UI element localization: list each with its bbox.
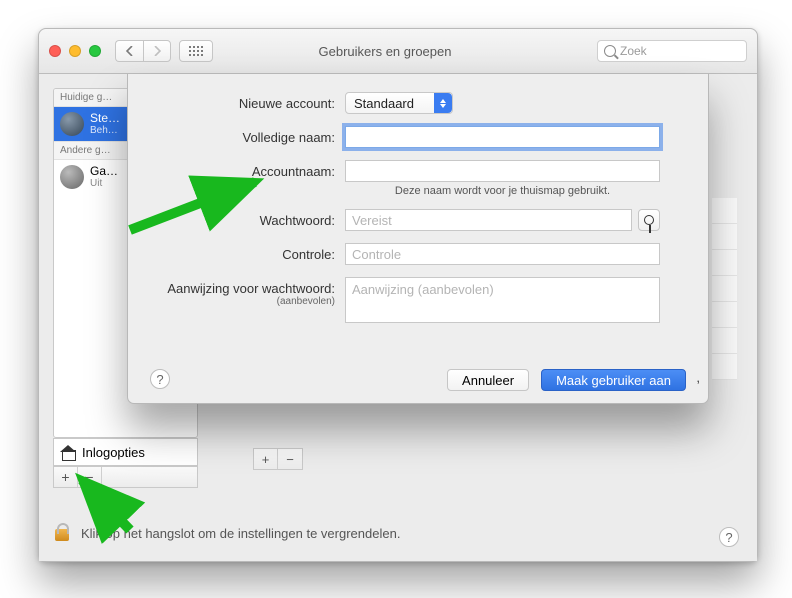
lock-row: Klik op het hangslot om de instellingen …: [53, 523, 400, 543]
verify-field[interactable]: [345, 243, 660, 265]
label-password: Wachtwoord:: [150, 209, 345, 228]
grid-icon: [189, 46, 203, 56]
chevron-left-icon: [126, 46, 134, 56]
chevron-right-icon: [153, 46, 161, 56]
lock-text: Klik op het hangslot om de instellingen …: [81, 526, 400, 541]
user-name: Ste…: [90, 112, 120, 125]
key-icon: [644, 215, 654, 225]
login-options-label: Inlogopties: [82, 445, 145, 460]
label-verify: Controle:: [150, 243, 345, 262]
add-user-button[interactable]: +: [54, 467, 78, 487]
label-account-type: Nieuwe account:: [150, 92, 345, 111]
nav-back-forward: [115, 40, 171, 62]
background-list-edge: [712, 198, 737, 418]
back-button[interactable]: [115, 40, 143, 62]
window-controls: [49, 45, 101, 57]
create-user-button[interactable]: Maak gebruiker aan: [541, 369, 686, 391]
user-role: Beh…: [90, 125, 120, 136]
cancel-button[interactable]: Annuleer: [447, 369, 529, 391]
forward-button[interactable]: [143, 40, 171, 62]
label-hint: Aanwijzing voor wachtwoord: (aanbevolen): [150, 277, 345, 307]
password-assistant-button[interactable]: [638, 209, 660, 231]
user-role: Uit: [90, 178, 118, 189]
show-all-button[interactable]: [179, 40, 213, 62]
full-name-field[interactable]: [345, 126, 660, 148]
prefs-window: Gebruikers en groepen Zoek Huidige g… St…: [38, 28, 758, 562]
login-items-add[interactable]: +: [254, 449, 278, 469]
sidebar-add-remove: + −: [53, 466, 198, 488]
login-items-remove[interactable]: −: [278, 449, 302, 469]
close-window[interactable]: [49, 45, 61, 57]
login-options-row[interactable]: Inlogopties: [53, 438, 198, 466]
new-account-sheet: Nieuwe account: Standaard Volledige naam…: [127, 74, 709, 404]
house-icon: [60, 445, 76, 459]
account-type-value: Standaard: [354, 96, 414, 111]
search-icon: [604, 45, 616, 57]
account-name-field[interactable]: [345, 160, 660, 182]
account-name-hint: Deze naam wordt voor je thuismap gebruik…: [345, 185, 660, 197]
help-button[interactable]: ?: [719, 527, 739, 547]
password-field[interactable]: [345, 209, 632, 231]
truncated-text: ,: [696, 370, 700, 385]
padlock-icon[interactable]: [53, 523, 71, 543]
window-title: Gebruikers en groepen: [213, 44, 597, 59]
popup-arrows-icon: [434, 93, 452, 113]
user-name: Ga…: [90, 165, 118, 178]
account-type-popup[interactable]: Standaard: [345, 92, 453, 114]
hint-field[interactable]: [345, 277, 660, 323]
minimize-window[interactable]: [69, 45, 81, 57]
avatar-icon: [60, 112, 84, 136]
login-items-add-remove: + −: [253, 448, 303, 470]
label-full-name: Volledige naam:: [150, 126, 345, 145]
remove-user-button[interactable]: −: [78, 467, 102, 487]
toolbar: Gebruikers en groepen Zoek: [39, 29, 757, 74]
label-account-name: Accountnaam:: [150, 160, 345, 179]
search-field[interactable]: Zoek: [597, 40, 747, 62]
search-placeholder: Zoek: [620, 44, 647, 58]
zoom-window[interactable]: [89, 45, 101, 57]
avatar-icon: [60, 165, 84, 189]
sheet-help-button[interactable]: ?: [150, 369, 170, 389]
sheet-button-row: Annuleer Maak gebruiker aan: [447, 369, 686, 391]
